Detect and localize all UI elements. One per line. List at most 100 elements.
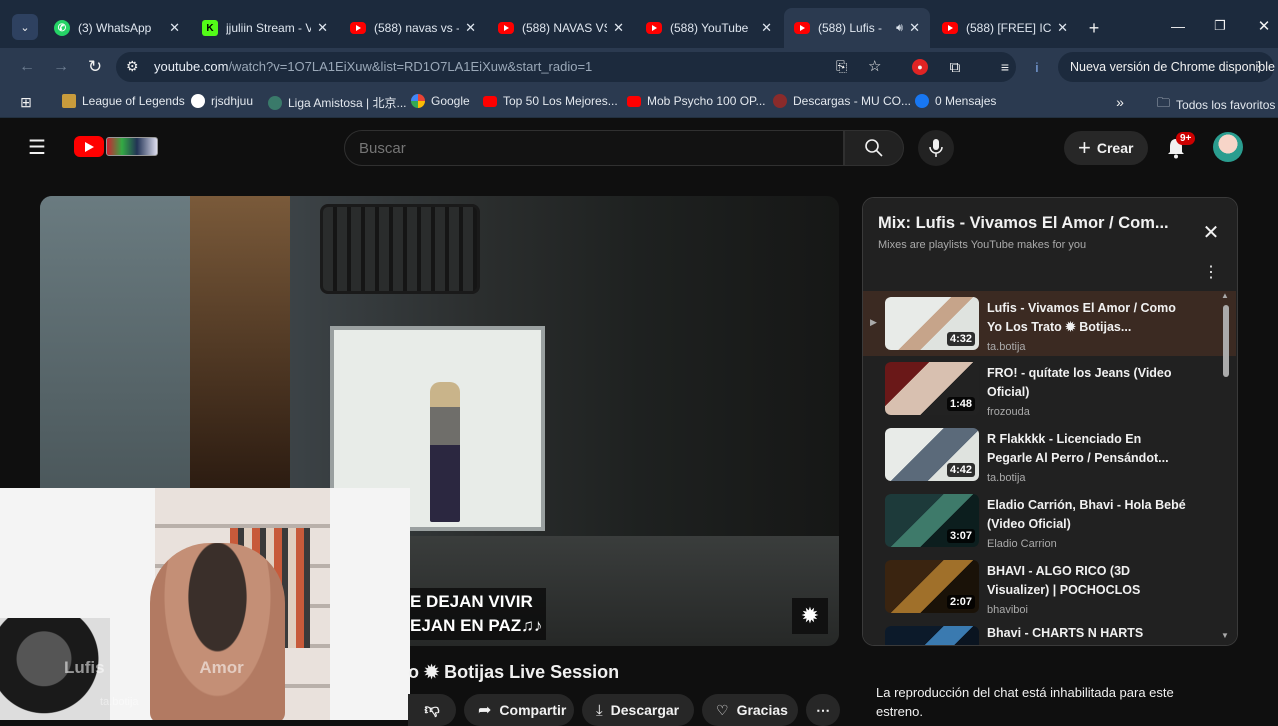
playlist-scrollbar[interactable]: ▲ ▼ [1221, 291, 1231, 645]
reload-icon: ↻ [87, 57, 103, 76]
extension-red-icon[interactable]: ● [912, 59, 928, 75]
youtube-icon [942, 20, 958, 36]
info-icon[interactable]: i [1030, 56, 1044, 78]
forward-button[interactable]: → [50, 56, 72, 78]
share-button[interactable]: ➦ Compartir [464, 694, 574, 726]
tab-whatsapp[interactable]: ✆ (3) WhatsApp ✕ [44, 8, 190, 48]
dislike-button[interactable]: 👎︎ [408, 694, 456, 726]
channel-watermark[interactable]: ✹ [792, 598, 828, 634]
back-button[interactable]: ← [16, 56, 38, 78]
bookmark-liga-amistosa[interactable]: Liga Amistosa | 北京... [268, 94, 407, 111]
url-text[interactable]: youtube.com/watch?v=1O7LA1EiXuw&list=RD1… [154, 59, 592, 74]
playlist-item-title: Eladio Carrión, Bhavi - Hola Bebé (Video… [987, 498, 1186, 531]
close-icon[interactable]: ✕ [1057, 20, 1068, 36]
menu-button[interactable]: ☰ [28, 136, 46, 159]
heart-dollar-icon: ♡ [716, 701, 729, 718]
bookmark-league-of-legends[interactable]: League of Legends [62, 94, 185, 108]
globe-icon [268, 95, 282, 110]
youtube-page: ☰ + Crear 9+ E DEJAN VIVIR EJAN EN PAZ♫♪ [0, 118, 1278, 726]
search-input[interactable] [359, 138, 829, 158]
tab-label: (588) Lufis - [818, 21, 883, 35]
media-control-icon[interactable]: ≡ [994, 56, 1016, 78]
more-bookmarks-button[interactable]: » [1112, 94, 1128, 110]
close-icon[interactable]: ✕ [169, 20, 180, 36]
restore-button[interactable]: ❐ [1208, 14, 1232, 38]
close-icon: ✕ [1257, 18, 1271, 35]
voice-search-button[interactable] [918, 130, 954, 166]
search-button[interactable] [844, 130, 904, 166]
tab-label: (588) [FREE] ICY [966, 21, 1052, 35]
bookmark-mob-psycho[interactable]: Mob Psycho 100 OP... [627, 94, 766, 108]
notifications-button[interactable]: 9+ [1162, 132, 1196, 162]
list-item[interactable]: 3:07 Eladio Carrión, Bhavi - Hola Bebé (… [863, 488, 1236, 553]
restore-icon: ❐ [1214, 18, 1226, 33]
facebook-icon [915, 94, 929, 108]
video-title: o ✹ Botijas Live Session [408, 662, 620, 682]
video-window-grille [320, 204, 480, 294]
duration-badge: 4:32 [946, 332, 975, 346]
tab-youtube-lufis[interactable]: (588) Lufis - 🔊︎ ✕ [784, 8, 930, 48]
close-icon[interactable]: ✕ [465, 20, 476, 36]
video-performer [430, 382, 460, 522]
tab-youtube-navas[interactable]: (588) navas vs - ✕ [340, 8, 486, 48]
address-bar[interactable]: ⚙ youtube.com/watch?v=1O7LA1EiXuw&list=R… [116, 52, 1016, 82]
star-icon[interactable]: ☆ [868, 57, 881, 75]
bookmark-descargas-mu[interactable]: Descargas - MU CO... [773, 94, 911, 108]
create-button[interactable]: + Crear [1064, 131, 1148, 165]
tab-search-button[interactable]: ⌄ [12, 14, 38, 40]
list-item[interactable]: 1:48 FRO! - quítate los Jeans (Video Ofi… [863, 356, 1236, 421]
scrollbar-thumb[interactable] [1223, 305, 1229, 377]
close-icon[interactable]: ✕ [909, 20, 920, 36]
bookmark-top-50[interactable]: Top 50 Los Mejores... [483, 94, 618, 108]
youtube-icon [483, 95, 497, 107]
video-thumbnail [885, 626, 979, 645]
list-item[interactable]: 4:42 R Flakkkk - Licenciado En Pegarle A… [863, 422, 1236, 487]
puzzle-icon[interactable]: ⧉ [944, 56, 966, 78]
bookmarks-bar: ⊞ League of Legends rjsdhjuu Liga Amisto… [0, 86, 1278, 118]
caption-line-1: E DEJAN VIVIR [410, 592, 533, 611]
close-icon[interactable]: ✕ [613, 20, 624, 36]
search-box[interactable] [344, 130, 844, 166]
apps-grid-icon[interactable]: ⊞ [18, 94, 34, 110]
reload-button[interactable]: ↻ [84, 56, 106, 78]
webcam-text-1: Lufis [64, 658, 105, 677]
thanks-button[interactable]: ♡ Gracias [702, 694, 798, 726]
browser-toolbar: ← → ↻ ⚙ youtube.com/watch?v=1O7LA1EiXuw&… [0, 48, 1278, 86]
minimize-button[interactable]: — [1166, 14, 1190, 38]
new-tab-button[interactable]: + [1082, 16, 1106, 40]
window-close-button[interactable]: ✕ [1252, 14, 1276, 38]
youtube-icon [794, 20, 810, 36]
search-icon [865, 139, 883, 157]
more-actions-button[interactable]: ⋯ [806, 694, 840, 726]
youtube-logo[interactable] [74, 136, 160, 158]
bookmark-rjsdhjuu[interactable]: rjsdhjuu [191, 94, 253, 108]
playlist-title[interactable]: Mix: Lufis - Vivamos El Amor / Com... [878, 214, 1188, 233]
list-item[interactable]: Bhavi - CHARTS N HARTS [863, 620, 1236, 645]
install-app-icon[interactable]: ⎘ [836, 58, 847, 75]
close-icon[interactable]: ✕ [761, 20, 772, 36]
playlist-menu-button[interactable]: ⋮ [1203, 262, 1219, 282]
minimize-icon: — [1171, 18, 1185, 34]
list-item[interactable]: ▶ 4:32 Lufis - Vivamos El Amor / Como Yo… [863, 291, 1236, 356]
notification-badge: 9+ [1176, 132, 1196, 145]
youtube-icon [646, 20, 662, 36]
chrome-update-button[interactable]: Nueva versión de Chrome disponible ⋮ [1058, 52, 1275, 82]
bookmark-google[interactable]: Google [411, 94, 470, 108]
close-playlist-button[interactable]: ✕ [1199, 220, 1223, 244]
all-bookmarks-folder[interactable]: 🗀 Todos los favoritos [1157, 94, 1275, 116]
speaker-icon[interactable]: 🔊︎ [896, 22, 903, 35]
tab-youtube-navas-vs[interactable]: (588) NAVAS VS ✕ [488, 8, 634, 48]
webcam-overlay-text: Lufis Amor [64, 658, 244, 678]
tab-youtube-home[interactable]: (588) YouTube ✕ [636, 8, 782, 48]
playlist-item-channel: ta.botija [987, 472, 1026, 484]
download-button[interactable]: ⤓ Descargar [582, 694, 694, 726]
webcam-overlay: Lufis Amor ta.botija [0, 488, 410, 720]
bookmark-mensajes[interactable]: 0 Mensajes [915, 94, 996, 108]
playlist-panel: Mix: Lufis - Vivamos El Amor / Com... Mi… [862, 197, 1238, 646]
tab-kick-stream[interactable]: K jjuliin Stream - V ✕ [192, 8, 338, 48]
close-icon[interactable]: ✕ [317, 20, 328, 36]
site-info-icon[interactable]: ⚙ [126, 58, 139, 75]
avatar[interactable] [1213, 132, 1243, 162]
tab-youtube-free-icy[interactable]: (588) [FREE] ICY ✕ [932, 8, 1078, 48]
list-item[interactable]: 2:07 BHAVI - ALGO RICO (3D Visualizer) |… [863, 554, 1236, 619]
